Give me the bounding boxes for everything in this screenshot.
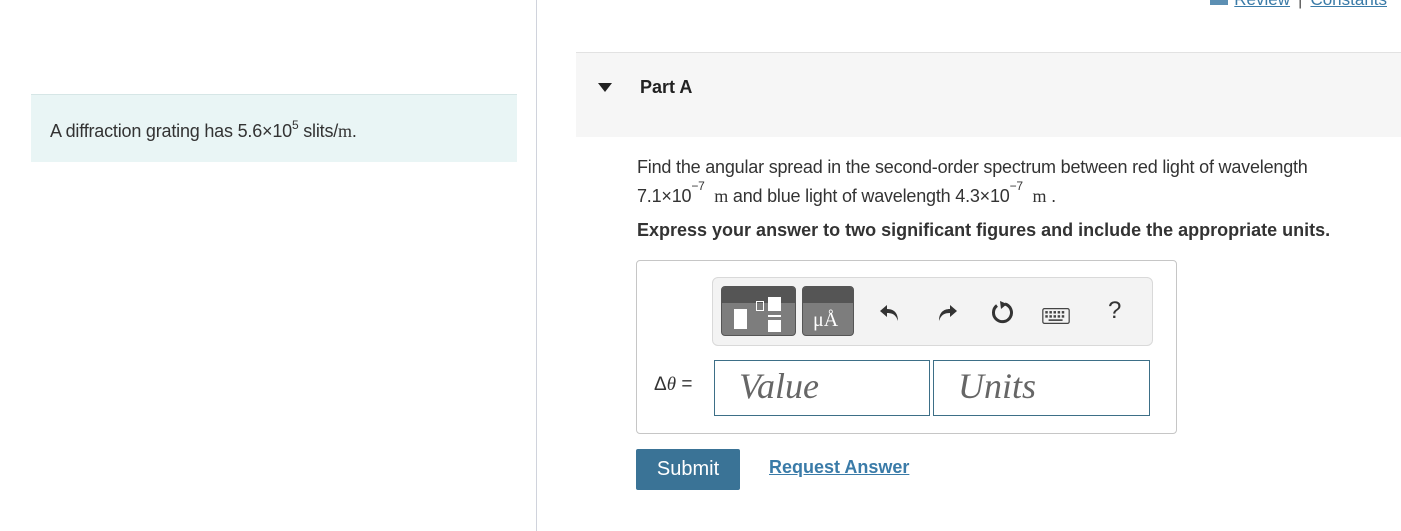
red-unit: m [714, 186, 729, 206]
units-button[interactable]: μÅ [802, 286, 854, 336]
units-glyph: μÅ [813, 309, 839, 331]
constants-link[interactable]: Constants [1310, 0, 1387, 9]
answer-label: Δθ = [654, 374, 692, 396]
top-links: Review | Constants [1210, 0, 1387, 10]
equals-sign: = [676, 374, 693, 395]
problem-exponent: 5 [291, 118, 299, 132]
review-book-icon [1210, 0, 1229, 5]
blue-exponent: −7 [1009, 179, 1024, 193]
blue-unit: m [1032, 186, 1047, 206]
templates-button[interactable] [721, 286, 796, 336]
problem-unit: m [338, 121, 352, 141]
collapse-caret-icon[interactable] [598, 83, 612, 92]
problem-middle: slits/ [298, 121, 339, 141]
problem-suffix: . [351, 121, 357, 141]
link-separator: | [1298, 0, 1302, 9]
part-a-header[interactable]: Part A [576, 52, 1401, 137]
submit-button[interactable]: Submit [636, 449, 740, 490]
keyboard-icon[interactable] [1042, 302, 1076, 325]
question-line1: Find the angular spread in the second-or… [637, 157, 1308, 177]
question-mid: and blue light of wavelength 4.3×10 [732, 186, 1010, 206]
red-exponent: −7 [691, 179, 705, 193]
panel-divider [536, 0, 537, 531]
delta-symbol: Δ [654, 374, 667, 395]
help-button[interactable]: ? [1108, 297, 1128, 325]
problem-statement: A diffraction grating has 5.6×105 slits/… [31, 94, 517, 162]
theta-symbol: θ [666, 374, 677, 395]
undo-icon[interactable] [876, 298, 904, 326]
question-end: . [1051, 186, 1056, 206]
units-input[interactable]: Units [933, 360, 1150, 416]
reset-icon[interactable] [988, 298, 1016, 326]
question-text: Find the angular spread in the second-or… [637, 153, 1397, 211]
red-wavelength: 7.1×10 [637, 186, 692, 206]
redo-icon[interactable] [933, 298, 961, 326]
value-input[interactable]: Value [714, 360, 930, 416]
problem-prefix: A diffraction grating has 5.6×10 [50, 121, 292, 141]
math-toolbar: μÅ ? [712, 277, 1153, 346]
part-title: Part A [640, 77, 693, 97]
request-answer-link[interactable]: Request Answer [769, 457, 909, 478]
review-link[interactable]: Review [1234, 0, 1290, 9]
problem-text: A diffraction grating has 5.6×105 slits/… [50, 118, 357, 142]
answer-instructions: Express your answer to two significant f… [637, 220, 1331, 240]
